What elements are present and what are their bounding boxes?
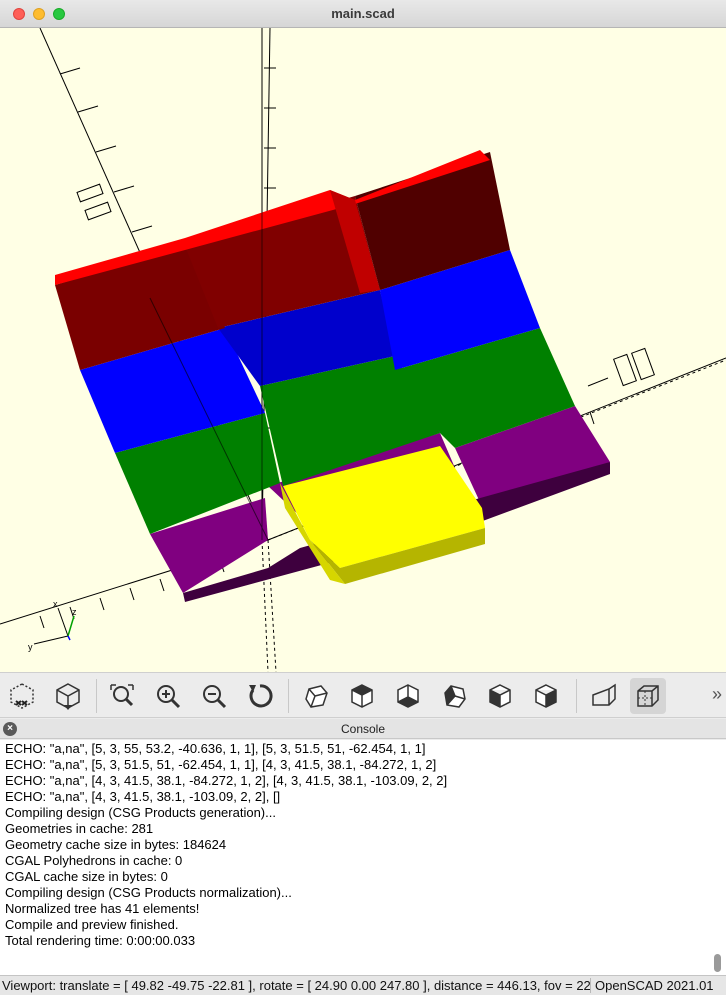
console-scroll-thumb[interactable] bbox=[714, 954, 721, 972]
axis-label-z: z bbox=[72, 607, 77, 617]
view-all-button[interactable] bbox=[104, 678, 140, 714]
view-front-button[interactable] bbox=[482, 678, 518, 714]
console-line: Compile and preview finished. bbox=[5, 917, 179, 932]
openscad-window: main.scad x z y » × Console ECHO: "a,na"… bbox=[0, 0, 726, 995]
console-output[interactable]: ECHO: "a,na", [5, 3, 55, 53.2, -40.636, … bbox=[0, 740, 726, 975]
render-icon bbox=[56, 683, 80, 710]
version-label: OpenSCAD 2021.01 bbox=[590, 978, 714, 993]
console-header: × Console bbox=[0, 719, 726, 739]
view-bottom-button[interactable] bbox=[390, 678, 426, 714]
view-right-icon bbox=[305, 685, 328, 708]
view-right-button[interactable] bbox=[298, 678, 334, 714]
window-title: main.scad bbox=[331, 6, 395, 21]
preview-icon bbox=[10, 683, 34, 709]
title-bar: main.scad bbox=[0, 0, 726, 28]
zoom-out-button[interactable] bbox=[196, 678, 232, 714]
console-line: ECHO: "a,na", [5, 3, 55, 53.2, -40.636, … bbox=[5, 741, 426, 756]
perspective-button[interactable] bbox=[586, 678, 622, 714]
orthogonal-button[interactable] bbox=[630, 678, 666, 714]
zoom-in-icon bbox=[157, 685, 181, 709]
view-top-button[interactable] bbox=[344, 678, 380, 714]
console-line: CGAL cache size in bytes: 0 bbox=[5, 869, 168, 884]
zoom-fit-icon bbox=[110, 684, 134, 707]
axis-gizmo: x z y bbox=[28, 599, 77, 652]
console-line: Geometry cache size in bytes: 184624 bbox=[5, 837, 227, 852]
zoom-in-button[interactable] bbox=[150, 678, 186, 714]
console-line: Compiling design (CSG Products normaliza… bbox=[5, 885, 292, 900]
status-bar: Viewport: translate = [ 49.82 -49.75 -22… bbox=[0, 975, 726, 995]
console-line: Normalized tree has 41 elements! bbox=[5, 901, 200, 916]
console-scrollbar[interactable] bbox=[712, 740, 724, 975]
reset-view-button[interactable] bbox=[242, 678, 278, 714]
reset-view-icon bbox=[249, 684, 273, 708]
view-top-icon bbox=[351, 684, 373, 708]
view-front-icon bbox=[489, 684, 511, 708]
console-line: ECHO: "a,na", [4, 3, 41.5, 38.1, -103.09… bbox=[5, 789, 281, 804]
perspective-icon bbox=[592, 683, 616, 706]
console-lines: ECHO: "a,na", [5, 3, 55, 53.2, -40.636, … bbox=[5, 741, 705, 949]
console-line: Compiling design (CSG Products generatio… bbox=[5, 805, 276, 820]
preview-button[interactable] bbox=[4, 678, 40, 714]
viewport-status: Viewport: translate = [ 49.82 -49.75 -22… bbox=[2, 978, 590, 993]
render-button[interactable] bbox=[50, 678, 86, 714]
model-render: x z y bbox=[0, 28, 726, 672]
toolbar: » bbox=[0, 672, 726, 718]
axis-label-y: y bbox=[28, 642, 33, 652]
view-back-button[interactable] bbox=[528, 678, 564, 714]
view-left-icon bbox=[444, 685, 466, 708]
console-line: Geometries in cache: 281 bbox=[5, 821, 154, 836]
3d-viewport[interactable]: x z y bbox=[0, 28, 726, 672]
view-bottom-icon bbox=[397, 684, 419, 708]
zoom-out-icon bbox=[203, 685, 227, 709]
console-line: ECHO: "a,na", [5, 3, 51.5, 51, -62.454, … bbox=[5, 757, 437, 772]
view-back-icon bbox=[535, 684, 557, 708]
view-left-button[interactable] bbox=[436, 678, 472, 714]
console-line: ECHO: "a,na", [4, 3, 41.5, 38.1, -84.272… bbox=[5, 773, 448, 788]
toolbar-overflow-button[interactable]: » bbox=[712, 684, 722, 705]
console-line: Total rendering time: 0:00:00.033 bbox=[5, 933, 196, 948]
console-line: CGAL Polyhedrons in cache: 0 bbox=[5, 853, 183, 868]
orthogonal-icon bbox=[637, 685, 659, 707]
axis-label-x: x bbox=[53, 599, 58, 609]
console-title: Console bbox=[340, 722, 386, 736]
